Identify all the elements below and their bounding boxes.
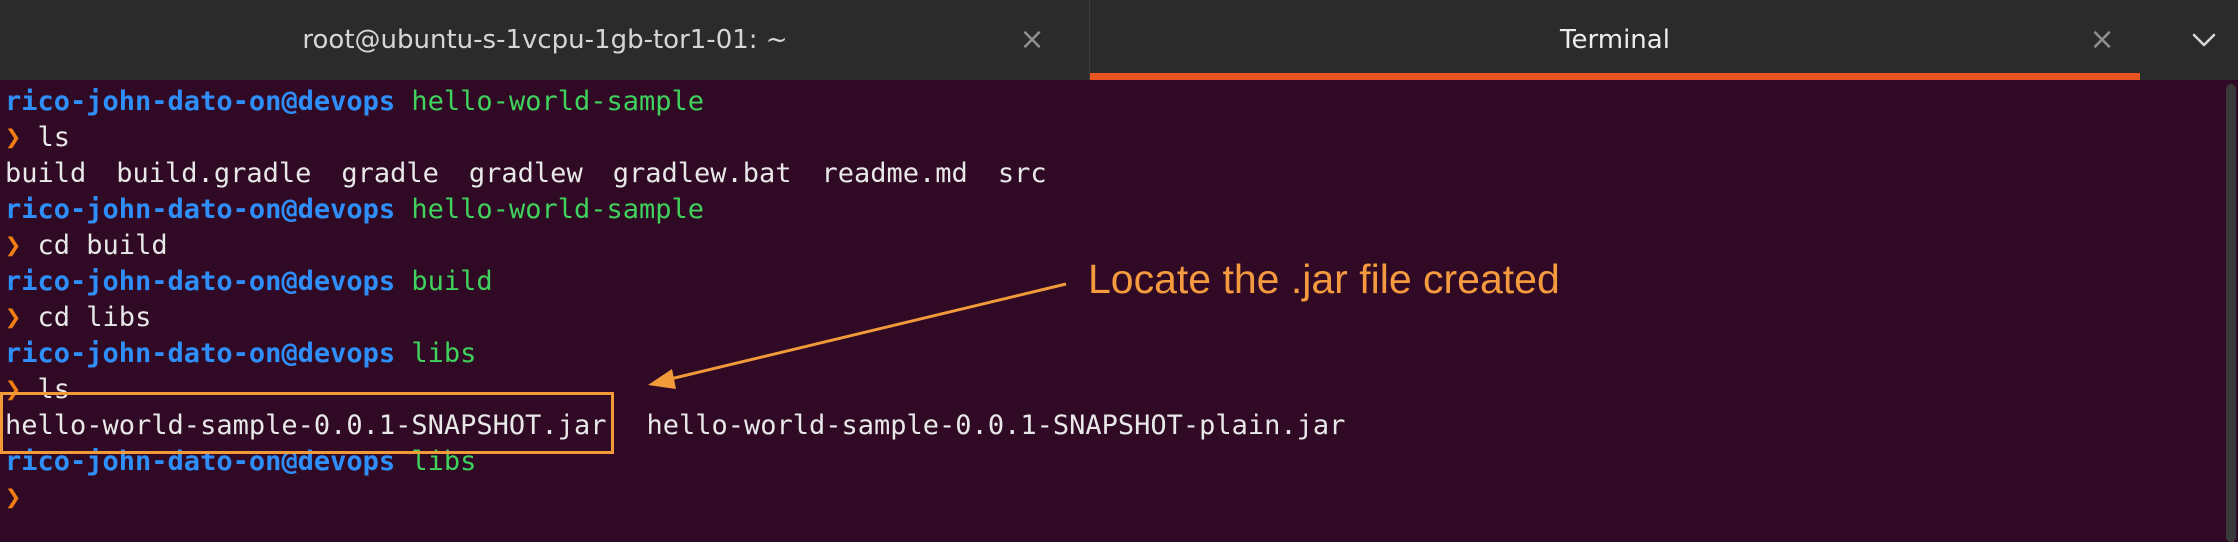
prompt-line: rico-john-dato-on@devops libs bbox=[5, 336, 2225, 372]
prompt-arrow-icon: ❯ bbox=[5, 230, 22, 261]
prompt-directory: libs bbox=[411, 338, 477, 369]
file-entry: build bbox=[5, 158, 87, 189]
prompt-user: rico-john-dato-on@devops bbox=[5, 266, 396, 297]
prompt-directory: hello-world-sample bbox=[411, 194, 705, 225]
command-line: ❯ bbox=[5, 480, 2225, 516]
command-text: cd build bbox=[37, 230, 168, 261]
prompt-directory: build bbox=[411, 266, 493, 297]
file-entry: gradle bbox=[341, 158, 439, 189]
jar-highlight-box bbox=[0, 392, 614, 454]
prompt-user: rico-john-dato-on@devops bbox=[5, 338, 396, 369]
terminal-output[interactable]: rico-john-dato-on@devops hello-world-sam… bbox=[0, 80, 2225, 542]
prompt-line: rico-john-dato-on@devops hello-world-sam… bbox=[5, 84, 2225, 120]
tab-title: root@ubuntu-s-1vcpu-1gb-tor1-01: ~ bbox=[302, 25, 788, 55]
close-icon[interactable]: × bbox=[1019, 25, 1044, 55]
prompt-arrow-icon: ❯ bbox=[5, 122, 22, 153]
prompt-user: rico-john-dato-on@devops bbox=[5, 194, 396, 225]
prompt-arrow-icon: ❯ bbox=[5, 482, 22, 513]
file-listing: build build.gradle gradle gradlew gradlew.ba… bbox=[5, 156, 2225, 192]
file-entry: gradlew.bat bbox=[612, 158, 792, 189]
prompt-user: rico-john-dato-on@devops bbox=[5, 86, 396, 117]
tab-root-session[interactable]: root@ubuntu-s-1vcpu-1gb-tor1-01: ~ × bbox=[0, 0, 1090, 80]
tab-title: Terminal bbox=[1560, 25, 1670, 55]
scrollbar[interactable] bbox=[2226, 84, 2236, 542]
command-line: ❯ ls bbox=[5, 120, 2225, 156]
chevron-down-icon bbox=[2192, 33, 2216, 47]
file-entry: src bbox=[997, 158, 1047, 189]
tab-menu-button[interactable] bbox=[2186, 24, 2222, 56]
prompt-line: rico-john-dato-on@devops hello-world-sam… bbox=[5, 192, 2225, 228]
close-icon[interactable]: × bbox=[2089, 25, 2114, 55]
command-text: ls bbox=[37, 122, 71, 153]
annotation-label: Locate the .jar file created bbox=[1088, 256, 1560, 302]
active-tab-indicator bbox=[1090, 73, 2140, 80]
tab-divider bbox=[1089, 0, 1090, 80]
command-line: ❯ cd libs bbox=[5, 300, 2225, 336]
tab-terminal[interactable]: Terminal × bbox=[1090, 0, 2140, 80]
command-text: cd libs bbox=[37, 302, 152, 333]
tab-bar: root@ubuntu-s-1vcpu-1gb-tor1-01: ~ × Ter… bbox=[0, 0, 2238, 80]
file-entry: gradlew bbox=[468, 158, 583, 189]
file-entry: build.gradle bbox=[116, 158, 312, 189]
file-entry: hello-world-sample-0.0.1-SNAPSHOT-plain.… bbox=[646, 410, 1346, 441]
prompt-directory: hello-world-sample bbox=[411, 86, 705, 117]
file-entry: readme.md bbox=[821, 158, 968, 189]
prompt-arrow-icon: ❯ bbox=[5, 302, 22, 333]
